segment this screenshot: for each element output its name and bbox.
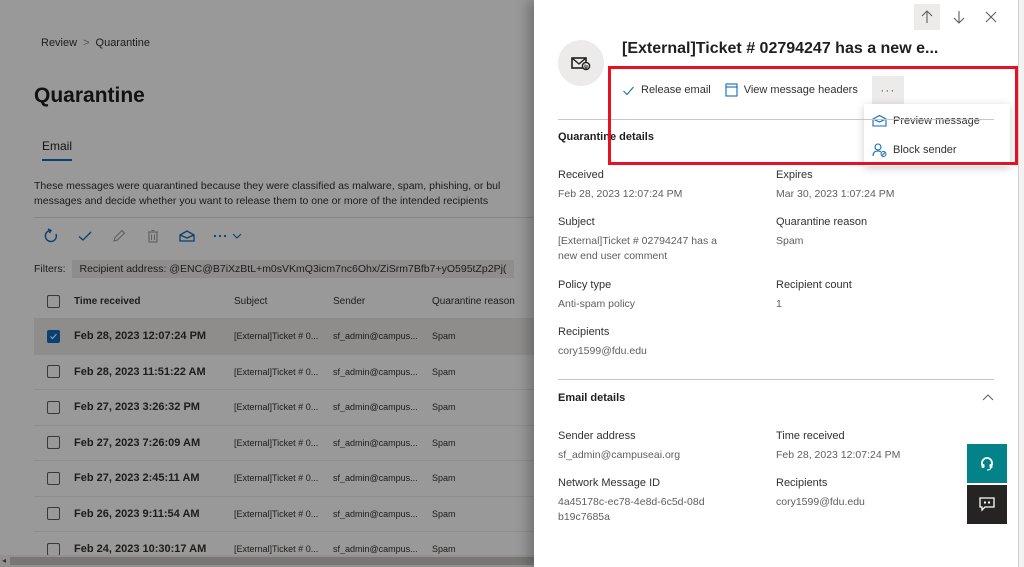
email-attachment-icon	[571, 57, 591, 71]
close-button[interactable]	[978, 4, 1004, 30]
divider	[558, 379, 994, 380]
field-value: 4a45178c-ec78-4e8d-6c5d-08db19c7685a	[558, 496, 705, 523]
field-network-message-id: Network Message ID 4a45178c-ec78-4e8d-6c…	[558, 477, 708, 525]
more-actions-button[interactable]: ···	[871, 76, 904, 104]
arrow-up-icon	[921, 10, 933, 23]
field-value: cory1599@fdu.edu	[558, 345, 647, 357]
help-button[interactable]	[967, 444, 1007, 483]
email-details-heading: Email details	[558, 392, 626, 404]
field-label: Expires	[776, 169, 813, 181]
more-actions-menu: Preview message Block sender	[864, 104, 1010, 166]
field-value: Feb 28, 2023 12:07:24 PM	[558, 188, 683, 200]
panel-title: [External]Ticket # 02794247 has a new e.…	[622, 40, 939, 57]
menu-item-preview-message[interactable]: Preview message	[864, 106, 1010, 135]
field-label: Recipients	[558, 326, 610, 338]
field-subject: Subject [External]Ticket # 02794247 has …	[558, 216, 738, 264]
field-label: Sender address	[558, 430, 636, 442]
field-value: [External]Ticket # 02794247 has a new en…	[558, 235, 717, 262]
view-message-headers-label: View message headers	[743, 84, 858, 96]
close-icon	[985, 11, 997, 23]
block-sender-label: Block sender	[893, 143, 957, 156]
message-detail-panel: [External]Ticket # 02794247 has a new e.…	[534, 0, 1018, 567]
field-quarantine-reason: Quarantine reason Spam	[776, 216, 867, 249]
block-user-icon	[872, 142, 887, 157]
field-value: 1	[776, 298, 782, 310]
feedback-chat-icon	[979, 497, 995, 512]
field-value: Feb 28, 2023 12:07:24 PM	[776, 449, 901, 461]
field-label: Quarantine reason	[776, 216, 868, 228]
view-message-headers-button[interactable]: View message headers	[725, 83, 858, 97]
panel-scrollbar[interactable]	[1018, 0, 1024, 567]
field-label: Recipient count	[776, 279, 852, 291]
field-label: Recipients	[776, 477, 828, 489]
divider	[558, 119, 994, 120]
menu-item-block-sender[interactable]: Block sender	[864, 135, 1010, 164]
field-received: Received Feb 28, 2023 12:07:24 PM	[558, 169, 682, 202]
field-value: cory1599@fdu.edu	[776, 496, 865, 508]
field-email-recipients: Recipients cory1599@fdu.edu	[776, 477, 865, 510]
field-value: Anti-spam policy	[558, 298, 636, 310]
field-recipient-count: Recipient count 1	[776, 279, 852, 312]
message-avatar	[558, 40, 604, 86]
next-item-button[interactable]	[946, 4, 972, 30]
release-email-button[interactable]: Release email	[622, 84, 711, 97]
arrow-down-icon	[953, 11, 965, 24]
panel-command-bar: Release email View message headers ···	[622, 76, 904, 104]
field-time-received: Time received Feb 28, 2023 12:07:24 PM	[776, 430, 900, 463]
feedback-button[interactable]	[967, 485, 1007, 524]
quarantine-details-heading: Quarantine details	[558, 131, 654, 143]
headers-icon	[725, 83, 738, 97]
field-value: Spam	[776, 235, 804, 247]
check-icon	[623, 86, 634, 95]
field-label: Policy type	[558, 279, 612, 291]
field-label: Subject	[558, 216, 595, 228]
field-label: Received	[558, 169, 604, 181]
previous-item-button[interactable]	[914, 4, 940, 30]
release-email-label: Release email	[641, 84, 711, 96]
field-policy-type: Policy type Anti-spam policy	[558, 279, 635, 312]
field-expires: Expires Mar 30, 2023 1:07:24 PM	[776, 169, 895, 202]
preview-envelope-icon	[872, 114, 887, 127]
modal-overlay[interactable]	[0, 0, 534, 567]
field-label: Time received	[776, 430, 845, 442]
field-sender-address: Sender address sf_admin@campuseai.org	[558, 430, 680, 463]
field-value: Mar 30, 2023 1:07:24 PM	[776, 188, 895, 200]
field-value: sf_admin@campuseai.org	[558, 449, 681, 461]
preview-message-label: Preview message	[893, 114, 980, 127]
panel-nav	[914, 4, 1004, 30]
field-recipients: Recipients cory1599@fdu.edu	[558, 326, 647, 359]
chevron-up-icon	[982, 394, 994, 401]
field-label: Network Message ID	[558, 477, 661, 489]
collapse-section-button[interactable]	[982, 390, 994, 404]
headset-help-icon	[981, 456, 993, 471]
